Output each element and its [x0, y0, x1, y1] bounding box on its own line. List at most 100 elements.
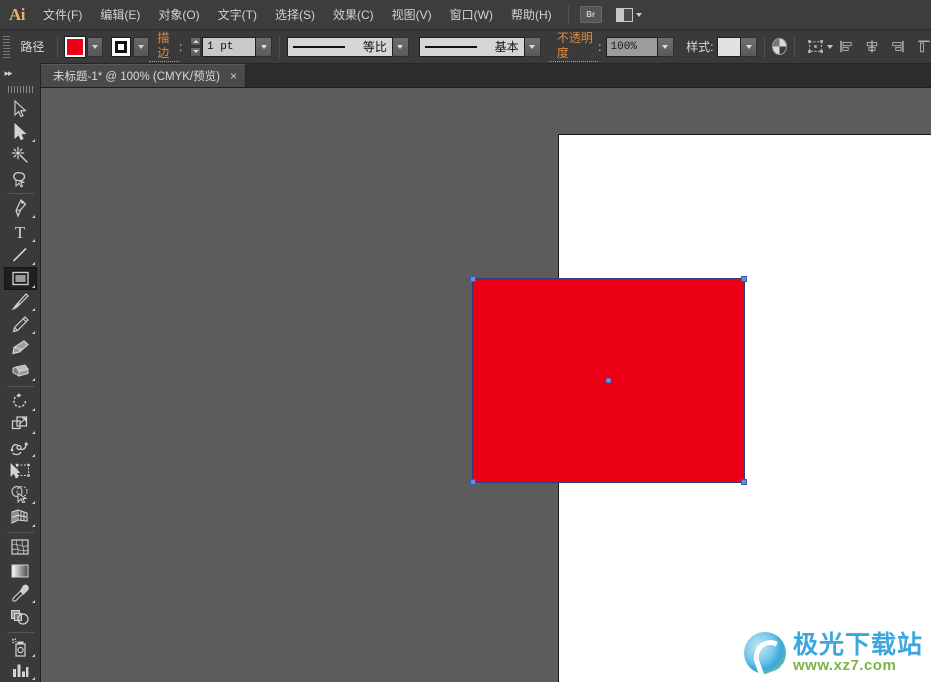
brush-definition-value: 基本	[494, 40, 519, 54]
close-icon[interactable]: ×	[230, 70, 237, 82]
bridge-button[interactable]: Br	[579, 6, 602, 23]
flyout-indicator-icon	[31, 377, 35, 381]
tool-gradient[interactable]	[4, 559, 37, 582]
tool-width[interactable]	[4, 436, 37, 459]
tool-lasso[interactable]	[4, 167, 37, 190]
pencil-tool-icon	[12, 316, 29, 333]
tool-paintbrush[interactable]	[4, 290, 37, 313]
align-center-horizontal-icon[interactable]	[865, 38, 879, 55]
tool-pen[interactable]	[4, 197, 37, 220]
tool-type[interactable]: T	[4, 220, 37, 243]
stroke-swatch[interactable]	[111, 36, 132, 57]
menu-view[interactable]: 视图(V)	[383, 0, 441, 30]
width-profile-dropdown[interactable]	[392, 36, 409, 57]
tool-symbol-sprayer[interactable]	[4, 635, 37, 658]
document-tab-label: 未标题-1* @ 100% (CMYK/预览)	[53, 71, 220, 83]
shape-builder-tool-icon	[11, 486, 28, 504]
opacity-label[interactable]: 不透明度	[548, 31, 599, 62]
canvas-area[interactable]: 极光下载站 www.xz7.com	[41, 88, 931, 682]
illustrator-window: Ai 文件(F) 编辑(E) 对象(O) 文字(T) 选择(S) 效果(C) 视…	[0, 0, 931, 682]
divider	[6, 631, 34, 633]
brush-definition-select[interactable]: 基本	[418, 36, 525, 57]
align-left-icon[interactable]	[839, 38, 853, 55]
arrange-documents-button[interactable]	[615, 7, 642, 22]
document-tab[interactable]: 未标题-1* @ 100% (CMYK/预览) ×	[41, 64, 246, 87]
control-bar-grip[interactable]	[3, 35, 11, 58]
lasso-tool-icon	[12, 171, 25, 188]
menu-bar: Ai 文件(F) 编辑(E) 对象(O) 文字(T) 选择(S) 效果(C) 视…	[0, 0, 931, 30]
align-right-icon[interactable]	[891, 38, 905, 55]
tool-direct-selection[interactable]	[4, 121, 37, 144]
stroke-dropdown-button[interactable]	[133, 36, 150, 57]
selection-handle-top-right[interactable]	[741, 276, 747, 282]
width-profile-select[interactable]: 等比	[286, 36, 393, 57]
stroke-weight-dropdown[interactable]	[256, 36, 273, 57]
selection-handle-bottom-right[interactable]	[741, 479, 747, 485]
pen-tool-icon	[15, 199, 27, 218]
type-tool-icon: T	[15, 223, 26, 241]
tool-magic-wand[interactable]	[4, 144, 37, 167]
tool-scale[interactable]	[4, 413, 37, 436]
tool-column-graph[interactable]	[4, 659, 37, 682]
expand-panel-icon[interactable]: ▸▸	[5, 68, 13, 79]
divider	[279, 35, 280, 58]
stroke-weight-stepper[interactable]	[190, 36, 202, 57]
stroke-control[interactable]	[111, 36, 150, 57]
tool-free-transform[interactable]	[4, 459, 37, 482]
flyout-indicator-icon	[31, 500, 35, 504]
brush-definition-dropdown[interactable]	[524, 36, 541, 57]
chevron-down-icon	[260, 44, 267, 49]
scale-tool-icon	[11, 416, 27, 430]
recolor-artwork-icon[interactable]	[772, 38, 787, 55]
stroke-weight-label[interactable]: 描边	[149, 31, 180, 62]
stepper-down-button[interactable]	[190, 47, 202, 57]
menu-effect[interactable]: 效果(C)	[324, 0, 383, 30]
tool-blend[interactable]	[4, 605, 37, 628]
opacity-dropdown[interactable]	[657, 36, 674, 57]
control-bar: 路径 描边 : 1 pt 等比 基本 不透明度: 100% 样式:	[0, 30, 931, 64]
column-graph-tool-icon	[12, 664, 28, 677]
selection-handle-top-left[interactable]	[470, 276, 476, 282]
chevron-down-icon	[138, 44, 145, 49]
menu-object[interactable]: 对象(O)	[149, 0, 208, 30]
divider	[6, 531, 34, 533]
chevron-down-icon	[745, 44, 752, 49]
flyout-indicator-icon	[31, 215, 35, 219]
align-top-icon[interactable]	[917, 38, 931, 55]
transform-panel-icon	[808, 40, 824, 53]
tool-perspective-grid[interactable]	[4, 506, 37, 529]
tool-line-segment[interactable]	[4, 244, 37, 267]
menu-window[interactable]: 窗口(W)	[441, 0, 502, 30]
graphic-style-dropdown[interactable]	[741, 36, 758, 57]
tool-pencil[interactable]	[4, 313, 37, 336]
menu-select[interactable]: 选择(S)	[266, 0, 324, 30]
tool-blob-brush[interactable]	[4, 336, 37, 359]
tool-rectangle[interactable]	[3, 266, 37, 290]
opacity-input[interactable]: 100%	[605, 36, 658, 57]
tool-eraser[interactable]	[4, 360, 37, 383]
transform-panel-button[interactable]	[803, 38, 834, 55]
tool-shape-builder[interactable]	[4, 483, 37, 506]
magic-wand-tool-icon	[11, 147, 28, 164]
menu-edit[interactable]: 编辑(E)	[91, 0, 149, 30]
tools-panel-header[interactable]: ▸▸	[0, 64, 41, 83]
chevron-down-icon	[635, 12, 642, 17]
tool-mesh[interactable]	[4, 536, 37, 559]
menu-help[interactable]: 帮助(H)	[502, 0, 561, 30]
fill-swatch[interactable]	[65, 36, 86, 57]
chevron-down-icon	[397, 44, 404, 49]
eyedropper-tool-icon	[11, 584, 29, 602]
tool-rotate[interactable]	[4, 390, 37, 413]
menu-file[interactable]: 文件(F)	[34, 0, 91, 30]
graphic-style-swatch[interactable]	[717, 36, 742, 57]
selection-handle-bottom-left[interactable]	[470, 479, 476, 485]
tool-selection[interactable]	[4, 97, 37, 120]
stroke-weight-input[interactable]: 1 pt	[202, 36, 257, 57]
fill-dropdown-button[interactable]	[87, 36, 104, 57]
tool-eyedropper[interactable]	[4, 582, 37, 605]
divider	[57, 35, 59, 58]
fill-control[interactable]	[65, 36, 104, 57]
menu-type[interactable]: 文字(T)	[209, 0, 266, 30]
stepper-up-button[interactable]	[190, 36, 202, 46]
tools-panel-grip[interactable]	[7, 86, 33, 94]
